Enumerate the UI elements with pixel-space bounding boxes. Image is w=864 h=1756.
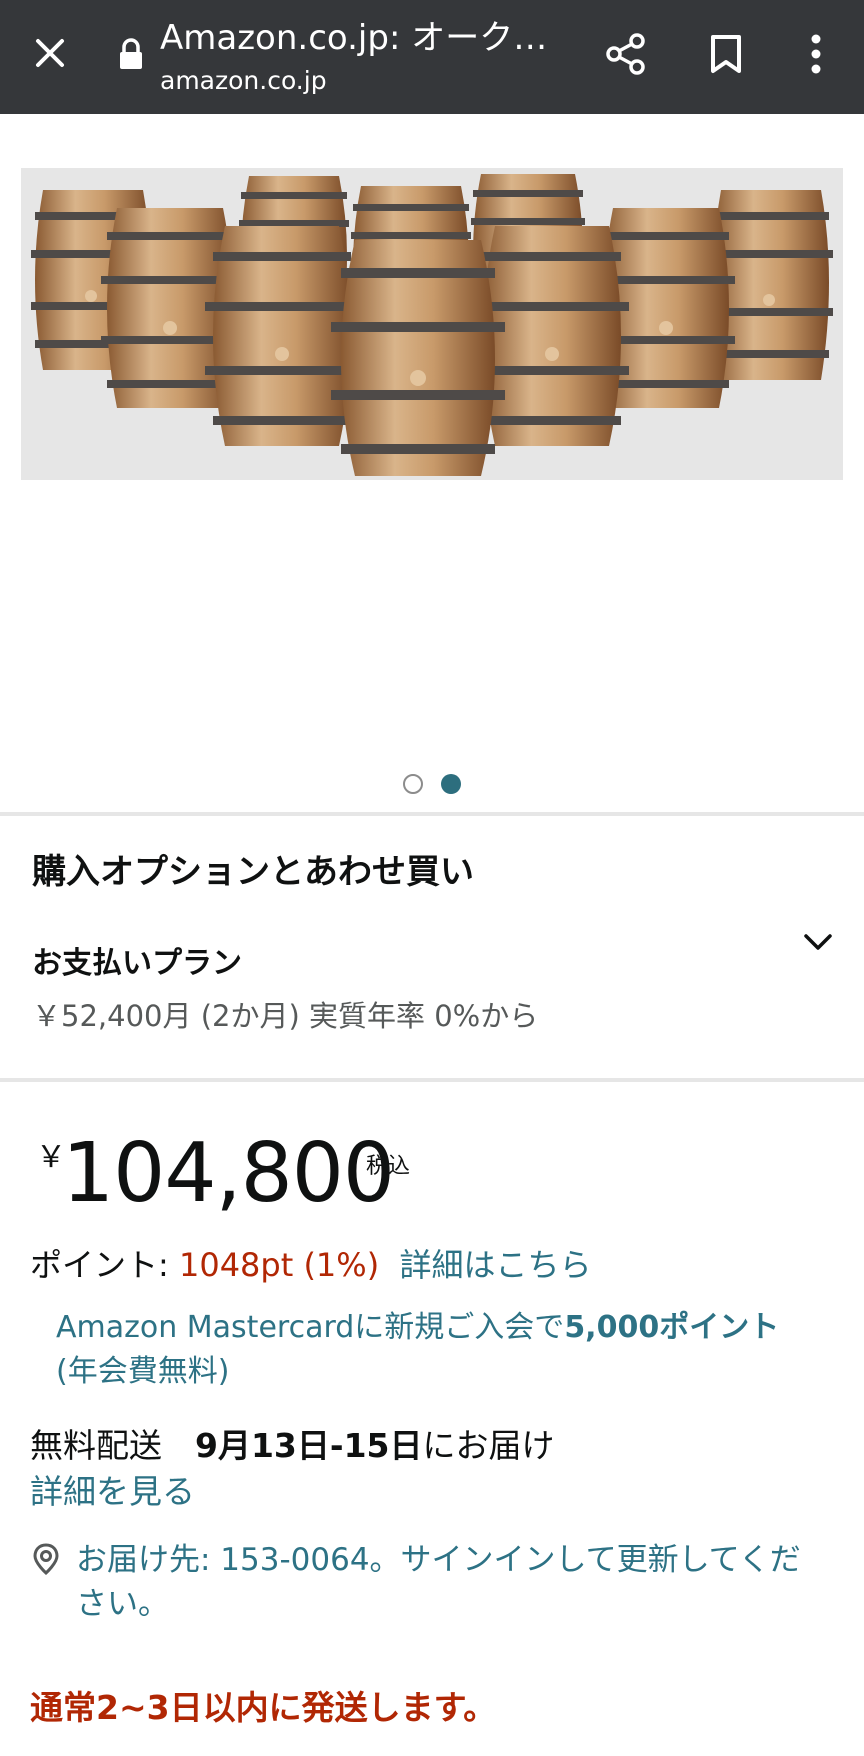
mastercard-promo-link[interactable]: Amazon Mastercardに新規ご入会で5,000ポイント <box>56 1308 779 1348</box>
promo-text: Amazon Mastercardに新規ご入会で <box>56 1310 565 1345</box>
price-amount: 104,800 <box>62 1126 395 1221</box>
chevron-down-icon[interactable] <box>800 924 836 960</box>
points-details-link[interactable]: 詳細はこちら <box>400 1246 592 1284</box>
page-url[interactable]: amazon.co.jp <box>160 64 327 98</box>
delivery-date: 9月13日-15日 <box>195 1426 423 1465</box>
page-title[interactable]: Amazon.co.jp: オーク… <box>160 16 550 60</box>
carousel-indicator <box>0 772 864 796</box>
delivery-location-link[interactable]: お届け先: 153-0064。サインインして更新してください。 <box>76 1538 826 1626</box>
shipping-note: 通常2~3日以内に発送します。 <box>30 1688 497 1727</box>
points-row: ポイント: 1048pt (1%) 詳細はこちら <box>30 1244 592 1286</box>
tax-label: 税込 <box>366 1154 411 1179</box>
close-icon[interactable] <box>30 33 70 73</box>
points-value: 1048pt (1%) <box>178 1246 380 1284</box>
carousel-dot-2-active[interactable] <box>441 774 461 794</box>
points-label: ポイント: <box>30 1246 179 1284</box>
carousel-dot-1[interactable] <box>403 774 423 794</box>
payment-plan-label[interactable]: お支払いプラン <box>32 944 242 984</box>
free-delivery-label: 無料配送 <box>30 1426 195 1465</box>
delivery-info: 無料配送 9月13日-15日にお届け <box>30 1424 555 1468</box>
promo-points: 5,000ポイント <box>564 1310 780 1345</box>
share-icon[interactable] <box>604 32 648 76</box>
payment-plan-detail[interactable]: ￥52,400月 (2か月) 実質年率 0%から <box>32 996 538 1036</box>
section-divider <box>0 1078 864 1082</box>
delivery-details-link[interactable]: 詳細を見る <box>30 1470 195 1514</box>
oak-barrels-image[interactable] <box>21 168 843 480</box>
browser-toolbar: Amazon.co.jp: オーク… amazon.co.jp <box>0 0 864 114</box>
purchase-options-heading: 購入オプションとあわせ買い <box>32 852 474 892</box>
more-icon[interactable] <box>806 32 826 76</box>
location-pin-icon <box>33 1543 59 1576</box>
bookmark-icon[interactable] <box>708 34 744 74</box>
promo-annual-fee[interactable]: (年会費無料) <box>56 1352 229 1392</box>
lock-icon <box>120 38 142 69</box>
section-divider <box>0 812 864 816</box>
delivery-suffix: にお届け <box>422 1426 555 1465</box>
